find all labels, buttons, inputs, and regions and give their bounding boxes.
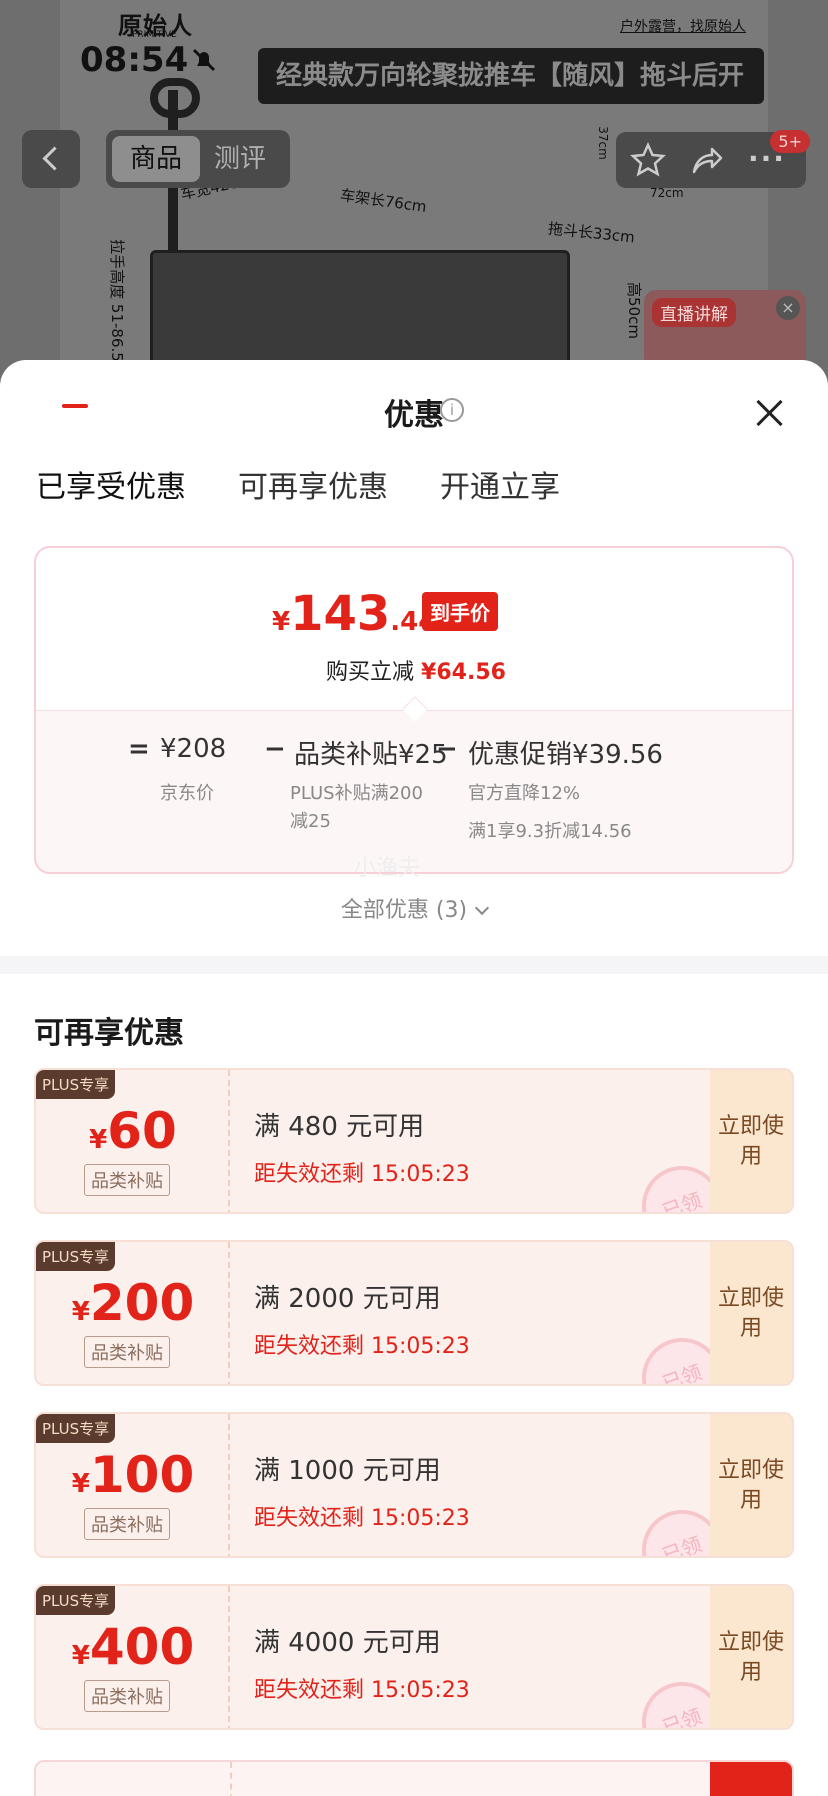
coupon-card: PLUS专享 ¥200 品类补贴 满 2000 元可用 距失效还剩 15:05:… xyxy=(34,1240,794,1386)
coupon-amount: ¥400 xyxy=(71,1618,195,1676)
silent-bell-icon xyxy=(192,48,216,72)
subsidy-amount: 品类补贴¥25 xyxy=(294,740,448,770)
status-clock: 08:54 xyxy=(80,40,189,80)
plus-badge: PLUS专享 xyxy=(36,1586,116,1615)
brand-sub: PRIMITIVE xyxy=(132,30,177,40)
jd-price: ¥208 xyxy=(160,734,227,764)
all-discounts-toggle[interactable]: 全部优惠 (3) xyxy=(0,892,828,924)
product-background: 原始人 PRIMITIVE 户外露营，找原始人 经典款万向轮聚拢推车【随风】拖斗… xyxy=(0,0,828,380)
tab-active-indicator xyxy=(62,404,88,408)
jd-price-label: 京东价 xyxy=(160,783,214,804)
coupon-action-partial[interactable] xyxy=(710,1762,792,1796)
live-stream-widget[interactable]: 直播讲解 × xyxy=(644,290,806,370)
price-breakdown-card: ¥143.44 到手价 购买立减 ¥64.56 = ¥208 − 品类补贴¥25… xyxy=(34,546,794,874)
dimension-label: 拉手高度 51-86.5 xyxy=(107,239,126,362)
back-button[interactable] xyxy=(22,130,80,188)
product-banner: 经典款万向轮聚拢推车【随风】拖斗后开 xyxy=(258,48,764,104)
chevron-down-icon xyxy=(475,900,490,916)
plus-badge: PLUS专享 xyxy=(36,1242,116,1271)
discount-sheet: 优惠 i 已享受优惠 可再享优惠 开通立享 ¥143.44 到手价 购买立减 ¥… xyxy=(0,360,828,1796)
tab-product[interactable]: 商品 xyxy=(112,136,200,182)
tab-more-available[interactable]: 可再享优惠 xyxy=(238,462,388,506)
top-tab-switcher: 商品 测评 xyxy=(106,130,290,188)
coupon-timer: 距失效还剩 15:05:23 xyxy=(254,1162,470,1187)
brand-slogan: 户外露营，找原始人 xyxy=(620,19,746,35)
use-now-button[interactable]: 立即使用 xyxy=(710,1242,792,1384)
discount-tabs: 已享受优惠 可再享优惠 开通立享 xyxy=(36,462,560,506)
coupon-card: PLUS专享 ¥60 品类补贴 满 480 元可用 距失效还剩 15:05:23… xyxy=(34,1068,794,1214)
notification-badge: 5+ xyxy=(770,130,810,153)
star-icon[interactable] xyxy=(630,142,666,178)
instant-reduction: 购买立减 ¥64.56 xyxy=(326,660,506,685)
coupon-card-partial xyxy=(34,1760,794,1796)
tab-review[interactable]: 测评 xyxy=(214,136,284,182)
section-title: 可再享优惠 xyxy=(34,1016,184,1051)
equals-sign: = xyxy=(128,734,150,764)
live-tag: 直播讲解 xyxy=(652,298,736,327)
coupon-timer: 距失效还剩 15:05:23 xyxy=(254,1334,470,1359)
category-tag: 品类补贴 xyxy=(84,1164,170,1196)
coupon-divider xyxy=(230,1762,232,1796)
use-now-button[interactable]: 立即使用 xyxy=(710,1414,792,1556)
share-icon[interactable] xyxy=(688,142,724,178)
minus-sign: − xyxy=(436,734,458,764)
subsidy-detail: PLUS补贴满200减25 xyxy=(290,783,423,832)
live-close-icon[interactable]: × xyxy=(776,296,800,320)
dimension-label: 37cm xyxy=(595,126,610,160)
final-price: ¥143.44 xyxy=(272,586,437,642)
watermark: 小渔夫 xyxy=(354,856,421,881)
category-tag: 品类补贴 xyxy=(84,1680,170,1712)
sheet-title: 优惠 xyxy=(384,398,444,433)
minus-sign: − xyxy=(264,734,286,764)
coupon-amount: ¥100 xyxy=(71,1446,195,1504)
close-icon[interactable] xyxy=(754,398,784,428)
promo-amount: 优惠促销¥39.56 xyxy=(468,740,663,770)
info-icon[interactable]: i xyxy=(440,398,464,422)
tab-activate[interactable]: 开通立享 xyxy=(440,462,560,506)
plus-badge: PLUS专享 xyxy=(36,1414,116,1443)
use-now-button[interactable]: 立即使用 xyxy=(710,1070,792,1212)
coupon-timer: 距失效还剩 15:05:23 xyxy=(254,1678,470,1703)
coupon-card: PLUS专享 ¥400 品类补贴 满 4000 元可用 距失效还剩 15:05:… xyxy=(34,1584,794,1730)
coupon-condition: 满 2000 元可用 xyxy=(254,1284,441,1314)
promo-detail-1: 官方直降12% xyxy=(468,783,581,804)
category-tag: 品类补贴 xyxy=(84,1336,170,1368)
coupon-condition: 满 1000 元可用 xyxy=(254,1456,441,1486)
category-tag: 品类补贴 xyxy=(84,1508,170,1540)
dimension-label: 高50cm xyxy=(624,282,643,339)
dimension-label: 72cm xyxy=(650,186,684,200)
coupon-card: PLUS专享 ¥100 品类补贴 满 1000 元可用 距失效还剩 15:05:… xyxy=(34,1412,794,1558)
coupon-timer: 距失效还剩 15:05:23 xyxy=(254,1506,470,1531)
use-now-button[interactable]: 立即使用 xyxy=(710,1586,792,1728)
plus-badge: PLUS专享 xyxy=(36,1070,116,1099)
coupon-condition: 满 480 元可用 xyxy=(254,1112,425,1142)
final-price-tag: 到手价 xyxy=(422,592,498,631)
coupon-amount: ¥200 xyxy=(71,1274,195,1332)
promo-detail-2: 满1享9.3折减14.56 xyxy=(468,821,632,842)
coupon-condition: 满 4000 元可用 xyxy=(254,1628,441,1658)
tab-enjoyed[interactable]: 已享受优惠 xyxy=(36,462,186,506)
coupon-amount: ¥60 xyxy=(89,1102,177,1160)
section-divider xyxy=(0,956,828,974)
